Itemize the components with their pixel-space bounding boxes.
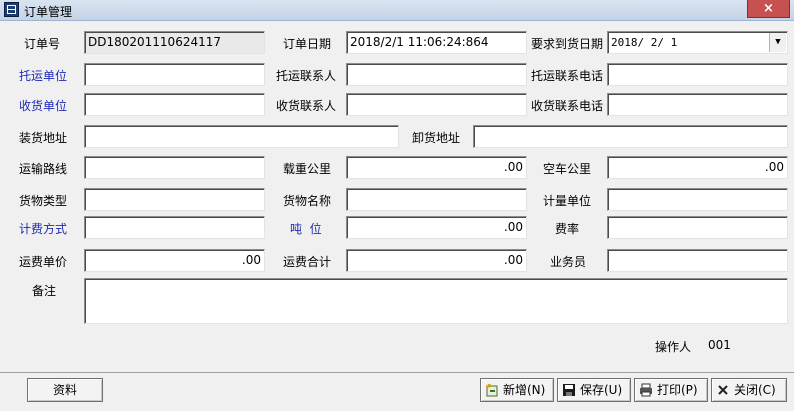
unit-label: 计量单位 <box>543 194 592 208</box>
rate-field[interactable] <box>607 216 788 239</box>
cargo-type-label: 货物类型 <box>19 194 68 208</box>
operator-label: 操作人 <box>655 340 692 354</box>
window-close-button[interactable]: × <box>747 0 790 18</box>
consignee-field[interactable] <box>84 93 265 116</box>
print-button[interactable]: 打印(P) <box>634 378 708 402</box>
shipper-phone-field[interactable] <box>607 63 788 86</box>
window-title: 订单管理 <box>24 5 73 19</box>
new-button[interactable]: 新增(N) <box>480 378 554 402</box>
salesperson-label: 业务员 <box>550 255 587 269</box>
unit-price-label: 运费单价 <box>19 255 68 269</box>
save-button[interactable]: 保存(U) <box>557 378 631 402</box>
printer-icon <box>640 383 652 397</box>
shipper-contact-label: 托运联系人 <box>276 69 337 83</box>
close-button-label: 关闭(C) <box>734 383 776 397</box>
data-button[interactable]: 资料 <box>27 378 103 402</box>
consignee-contact-label: 收货联系人 <box>276 99 337 113</box>
shipper-field[interactable] <box>84 63 265 86</box>
tonnage-field[interactable]: .00 <box>346 216 527 239</box>
consignee-phone-label: 收货联系电话 <box>531 99 604 113</box>
consignee-contact-field[interactable] <box>346 93 527 116</box>
print-button-label: 打印(P) <box>657 383 698 397</box>
data-button-label: 资料 <box>52 383 77 397</box>
unit-field[interactable] <box>607 188 788 211</box>
loaded-km-label: 载重公里 <box>283 162 332 176</box>
order-date-field[interactable]: 2018/2/1 11:06:24:864 <box>346 31 527 54</box>
consignee-phone-field[interactable] <box>607 93 788 116</box>
floppy-disk-icon <box>563 384 575 396</box>
billing-method-label[interactable]: 计费方式 <box>19 220 67 237</box>
route-field[interactable] <box>84 156 265 179</box>
app-icon <box>4 2 19 17</box>
new-button-label: 新增(N) <box>503 383 546 397</box>
cargo-type-field[interactable] <box>84 188 265 211</box>
save-button-label: 保存(U) <box>580 383 623 397</box>
chevron-down-icon[interactable]: ▼ <box>769 33 786 52</box>
cargo-name-label: 货物名称 <box>283 194 332 208</box>
tonnage-label[interactable]: 吨 位 <box>290 220 322 237</box>
shipper-contact-field[interactable] <box>346 63 527 86</box>
consignee-label[interactable]: 收货单位 <box>19 97 67 114</box>
empty-km-label: 空车公里 <box>543 162 592 176</box>
loaded-km-field[interactable]: .00 <box>346 156 527 179</box>
title-bar: 订单管理 × <box>0 0 794 21</box>
billing-method-field[interactable] <box>84 216 265 239</box>
load-address-field[interactable] <box>84 125 399 148</box>
remarks-textarea[interactable] <box>84 278 788 324</box>
required-date-value: 2018/ 2/ 1 <box>611 36 678 49</box>
salesperson-field[interactable] <box>607 249 788 272</box>
order-no-label: 订单号 <box>24 37 61 51</box>
shipper-label[interactable]: 托运单位 <box>19 67 67 84</box>
route-label: 运输路线 <box>19 162 68 176</box>
button-bar: 资料 新增(N) 保存(U) 打印(P) 关闭(C) <box>0 372 794 411</box>
cargo-name-field[interactable] <box>346 188 527 211</box>
unit-price-field[interactable]: .00 <box>84 249 265 272</box>
unload-address-field[interactable] <box>473 125 788 148</box>
empty-km-field[interactable]: .00 <box>607 156 788 179</box>
order-form: 订单号 DD180201110624117 订单日期 2018/2/1 11:0… <box>0 20 794 372</box>
required-date-label: 要求到货日期 <box>531 37 604 51</box>
remarks-label: 备注 <box>32 284 57 298</box>
new-document-icon <box>485 383 498 397</box>
order-date-label: 订单日期 <box>283 37 332 51</box>
total-freight-label: 运费合计 <box>283 255 332 269</box>
close-button[interactable]: 关闭(C) <box>711 378 787 402</box>
order-no-field[interactable]: DD180201110624117 <box>84 31 265 54</box>
total-freight-field[interactable]: .00 <box>346 249 527 272</box>
close-icon <box>718 385 728 395</box>
shipper-phone-label: 托运联系电话 <box>531 69 604 83</box>
unload-address-label: 卸货地址 <box>412 131 461 145</box>
operator-value: 001 <box>708 338 731 352</box>
required-date-picker[interactable]: 2018/ 2/ 1 ▼ <box>607 31 788 54</box>
load-address-label: 装货地址 <box>19 131 68 145</box>
rate-label: 费率 <box>555 222 580 236</box>
